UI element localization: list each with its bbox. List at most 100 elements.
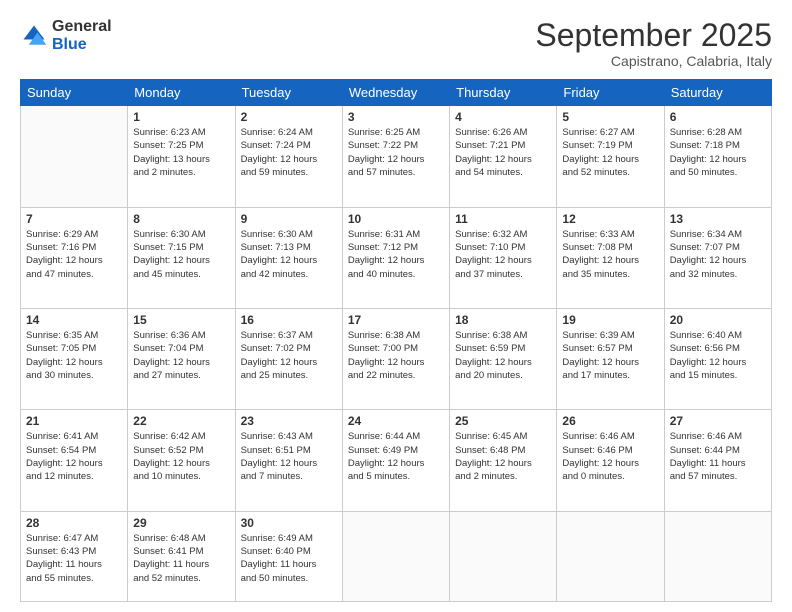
table-row: 7 Sunrise: 6:29 AMSunset: 7:16 PMDaylight…	[21, 207, 128, 308]
day-number: 13	[670, 212, 766, 226]
col-thursday: Thursday	[450, 80, 557, 106]
header: General Blue September 2025 Capistrano, …	[20, 18, 772, 69]
table-row: 20Sunrise: 6:40 AMSunset: 6:56 PMDayligh…	[664, 309, 771, 410]
day-info: Sunrise: 6:35 AMSunset: 7:05 PMDaylight:…	[26, 329, 122, 382]
day-number: 21	[26, 414, 122, 428]
calendar-header-row: Sunday Monday Tuesday Wednesday Thursday…	[21, 80, 772, 106]
table-row: 27Sunrise: 6:46 AMSunset: 6:44 PMDayligh…	[664, 410, 771, 511]
table-row: 23 Sunrise: 6:43 AMSunset: 6:51 PMDayligh…	[235, 410, 342, 511]
day-info: Sunrise: 6:43 AMSunset: 6:51 PMDaylight:…	[241, 430, 337, 483]
table-row	[664, 511, 771, 601]
day-number: 19	[562, 313, 658, 327]
table-row: 25 Sunrise: 6:45 AMSunset: 6:48 PMDayligh…	[450, 410, 557, 511]
day-info: Sunrise: 6:31 AMSunset: 7:12 PMDaylight:…	[348, 228, 444, 281]
col-saturday: Saturday	[664, 80, 771, 106]
logo-general: General	[52, 18, 112, 35]
day-info: Sunrise: 6:25 AMSunset: 7:22 PMDaylight:…	[348, 126, 444, 179]
day-info: Sunrise: 6:32 AMSunset: 7:10 PMDaylight:…	[455, 228, 551, 281]
day-number: 7	[26, 212, 122, 226]
table-row: 28 Sunrise: 6:47 AMSunset: 6:43 PMDayligh…	[21, 511, 128, 601]
logo: General Blue	[20, 18, 112, 53]
table-row: 4Sunrise: 6:26 AMSunset: 7:21 PMDaylight…	[450, 106, 557, 207]
month-title: September 2025	[535, 18, 772, 53]
col-tuesday: Tuesday	[235, 80, 342, 106]
day-number: 5	[562, 110, 658, 124]
table-row: 9 Sunrise: 6:30 AMSunset: 7:13 PMDaylight…	[235, 207, 342, 308]
calendar-week-row: 21 Sunrise: 6:41 AMSunset: 6:54 PMDayligh…	[21, 410, 772, 511]
table-row: 26 Sunrise: 6:46 AMSunset: 6:46 PMDayligh…	[557, 410, 664, 511]
table-row: 11 Sunrise: 6:32 AMSunset: 7:10 PMDayligh…	[450, 207, 557, 308]
day-number: 10	[348, 212, 444, 226]
day-info: Sunrise: 6:49 AMSunset: 6:40 PMDaylight:…	[241, 532, 337, 585]
day-number: 11	[455, 212, 551, 226]
day-number: 16	[241, 313, 337, 327]
day-number: 4	[455, 110, 551, 124]
day-info: Sunrise: 6:29 AMSunset: 7:16 PMDaylight:…	[26, 228, 122, 281]
logo-blue: Blue	[52, 36, 87, 53]
day-info: Sunrise: 6:27 AMSunset: 7:19 PMDaylight:…	[562, 126, 658, 179]
day-info: Sunrise: 6:41 AMSunset: 6:54 PMDaylight:…	[26, 430, 122, 483]
table-row: 17 Sunrise: 6:38 AMSunset: 7:00 PMDayligh…	[342, 309, 449, 410]
day-info: Sunrise: 6:47 AMSunset: 6:43 PMDaylight:…	[26, 532, 122, 585]
day-number: 25	[455, 414, 551, 428]
day-info: Sunrise: 6:46 AMSunset: 6:44 PMDaylight:…	[670, 430, 766, 483]
day-info: Sunrise: 6:44 AMSunset: 6:49 PMDaylight:…	[348, 430, 444, 483]
day-number: 23	[241, 414, 337, 428]
table-row: 1Sunrise: 6:23 AMSunset: 7:25 PMDaylight…	[128, 106, 235, 207]
table-row	[450, 511, 557, 601]
day-info: Sunrise: 6:46 AMSunset: 6:46 PMDaylight:…	[562, 430, 658, 483]
table-row: 15Sunrise: 6:36 AMSunset: 7:04 PMDayligh…	[128, 309, 235, 410]
table-row	[21, 106, 128, 207]
day-info: Sunrise: 6:42 AMSunset: 6:52 PMDaylight:…	[133, 430, 229, 483]
logo-icon	[20, 22, 48, 50]
day-number: 18	[455, 313, 551, 327]
logo-text: General Blue	[52, 18, 112, 53]
day-info: Sunrise: 6:39 AMSunset: 6:57 PMDaylight:…	[562, 329, 658, 382]
table-row: 29 Sunrise: 6:48 AMSunset: 6:41 PMDayligh…	[128, 511, 235, 601]
day-number: 6	[670, 110, 766, 124]
table-row: 13 Sunrise: 6:34 AMSunset: 7:07 PMDayligh…	[664, 207, 771, 308]
col-monday: Monday	[128, 80, 235, 106]
subtitle: Capistrano, Calabria, Italy	[535, 53, 772, 69]
day-number: 26	[562, 414, 658, 428]
col-sunday: Sunday	[21, 80, 128, 106]
day-info: Sunrise: 6:38 AMSunset: 7:00 PMDaylight:…	[348, 329, 444, 382]
calendar-week-row: 14 Sunrise: 6:35 AMSunset: 7:05 PMDayligh…	[21, 309, 772, 410]
calendar-week-row: 1Sunrise: 6:23 AMSunset: 7:25 PMDaylight…	[21, 106, 772, 207]
day-info: Sunrise: 6:48 AMSunset: 6:41 PMDaylight:…	[133, 532, 229, 585]
day-info: Sunrise: 6:30 AMSunset: 7:15 PMDaylight:…	[133, 228, 229, 281]
day-info: Sunrise: 6:28 AMSunset: 7:18 PMDaylight:…	[670, 126, 766, 179]
table-row: 21 Sunrise: 6:41 AMSunset: 6:54 PMDayligh…	[21, 410, 128, 511]
day-number: 22	[133, 414, 229, 428]
day-number: 3	[348, 110, 444, 124]
day-info: Sunrise: 6:40 AMSunset: 6:56 PMDaylight:…	[670, 329, 766, 382]
day-info: Sunrise: 6:30 AMSunset: 7:13 PMDaylight:…	[241, 228, 337, 281]
day-number: 9	[241, 212, 337, 226]
day-info: Sunrise: 6:37 AMSunset: 7:02 PMDaylight:…	[241, 329, 337, 382]
calendar-week-row: 7 Sunrise: 6:29 AMSunset: 7:16 PMDaylight…	[21, 207, 772, 308]
table-row: 14 Sunrise: 6:35 AMSunset: 7:05 PMDayligh…	[21, 309, 128, 410]
day-number: 24	[348, 414, 444, 428]
col-wednesday: Wednesday	[342, 80, 449, 106]
day-number: 30	[241, 516, 337, 530]
day-info: Sunrise: 6:33 AMSunset: 7:08 PMDaylight:…	[562, 228, 658, 281]
page: General Blue September 2025 Capistrano, …	[0, 0, 792, 612]
table-row: 16 Sunrise: 6:37 AMSunset: 7:02 PMDayligh…	[235, 309, 342, 410]
day-info: Sunrise: 6:24 AMSunset: 7:24 PMDaylight:…	[241, 126, 337, 179]
day-number: 17	[348, 313, 444, 327]
day-info: Sunrise: 6:45 AMSunset: 6:48 PMDaylight:…	[455, 430, 551, 483]
table-row: 30 Sunrise: 6:49 AMSunset: 6:40 PMDayligh…	[235, 511, 342, 601]
table-row: 10 Sunrise: 6:31 AMSunset: 7:12 PMDayligh…	[342, 207, 449, 308]
table-row: 12Sunrise: 6:33 AMSunset: 7:08 PMDayligh…	[557, 207, 664, 308]
calendar-week-row: 28 Sunrise: 6:47 AMSunset: 6:43 PMDayligh…	[21, 511, 772, 601]
day-number: 14	[26, 313, 122, 327]
day-number: 15	[133, 313, 229, 327]
day-number: 29	[133, 516, 229, 530]
day-info: Sunrise: 6:34 AMSunset: 7:07 PMDaylight:…	[670, 228, 766, 281]
table-row: 6 Sunrise: 6:28 AMSunset: 7:18 PMDaylight…	[664, 106, 771, 207]
calendar: Sunday Monday Tuesday Wednesday Thursday…	[20, 79, 772, 602]
day-number: 28	[26, 516, 122, 530]
table-row: 24 Sunrise: 6:44 AMSunset: 6:49 PMDayligh…	[342, 410, 449, 511]
table-row	[342, 511, 449, 601]
title-block: September 2025 Capistrano, Calabria, Ita…	[535, 18, 772, 69]
